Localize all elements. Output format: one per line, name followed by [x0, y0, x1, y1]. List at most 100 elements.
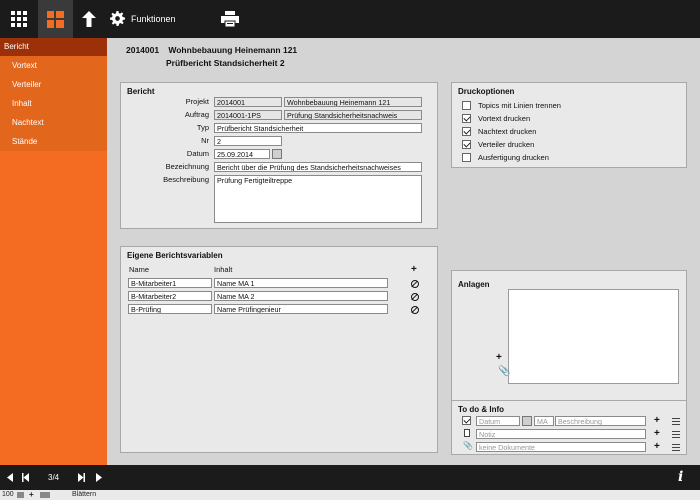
- projekt-label: Projekt: [185, 97, 209, 106]
- anlagen-title: Anlagen: [458, 280, 490, 289]
- printer-icon[interactable]: [210, 0, 250, 38]
- grid-icon[interactable]: [0, 0, 38, 38]
- sidebar-item-staende[interactable]: Stände: [0, 132, 107, 151]
- zoom-out-icon[interactable]: [17, 492, 24, 498]
- auftrag-label: Auftrag: [184, 110, 209, 119]
- anlagen-panel: Anlagen + 📎: [451, 270, 687, 420]
- datum-label: Datum: [186, 149, 209, 158]
- variable-name-field[interactable]: B-Mitarbeiter2: [128, 291, 212, 301]
- variable-name-field[interactable]: B-Mitarbeiter1: [128, 278, 212, 288]
- column-header-inhalt: Inhalt: [214, 265, 233, 274]
- list-icon[interactable]: [672, 418, 680, 425]
- functions-button[interactable]: Funktionen: [110, 0, 195, 38]
- todo-beschreibung-field[interactable]: Beschreibung: [555, 416, 646, 426]
- datum-field[interactable]: 25.09.2014: [214, 149, 270, 159]
- auftrag-number-field[interactable]: 2014001-1PS: [214, 110, 282, 120]
- sidebar: Bericht Vortext Verteiler Inhalt Nachtex…: [0, 38, 107, 465]
- typ-field[interactable]: Prüfbericht Standsicherheit: [214, 123, 422, 133]
- status-bar: 100 + Blättern: [0, 490, 700, 500]
- todo-notiz-field[interactable]: Notiz: [476, 429, 646, 439]
- bottom-nav-bar: 3/4 i: [0, 465, 700, 490]
- report-title: Prüfbericht Standsicherheit 2: [166, 58, 285, 68]
- todo-checkbox[interactable]: [462, 416, 471, 425]
- todo-ma-field[interactable]: MA: [534, 416, 554, 426]
- projekt-number-field[interactable]: 2014001: [214, 97, 282, 107]
- variable-name-field[interactable]: B-Prüfing: [128, 304, 212, 314]
- top-toolbar: Funktionen: [0, 0, 700, 38]
- option-nachtext-drucken[interactable]: Nachtext drucken: [462, 126, 536, 136]
- add-variable-icon[interactable]: +: [411, 265, 417, 275]
- previous-page-icon[interactable]: [22, 473, 29, 484]
- beschreibung-textarea[interactable]: Prüfung Fertigteiltreppe: [214, 175, 422, 223]
- todo-panel: To do & Info Datum MA Beschreibung + Not…: [451, 400, 687, 455]
- checkbox-checked[interactable]: [462, 126, 471, 136]
- layout-toggle-icon[interactable]: [40, 492, 50, 498]
- sidebar-item-nachtext[interactable]: Nachtext: [0, 113, 107, 132]
- zoom-level: 100: [2, 491, 14, 498]
- delete-icon[interactable]: [411, 306, 419, 314]
- sidebar-item-verteiler[interactable]: Verteiler: [0, 75, 107, 94]
- page-title: 2014001 Wohnbebauung Heinemann 121: [126, 45, 297, 55]
- list-icon[interactable]: [672, 444, 680, 451]
- paperclip-icon[interactable]: 📎: [498, 366, 510, 377]
- mode-label: Blättern: [72, 491, 97, 498]
- zoom-in-icon[interactable]: +: [29, 490, 34, 499]
- first-page-icon[interactable]: [7, 473, 13, 484]
- info-icon[interactable]: i: [678, 469, 683, 485]
- delete-icon[interactable]: [411, 280, 419, 288]
- anlagen-dropzone[interactable]: [508, 289, 679, 384]
- calendar-icon[interactable]: [272, 149, 282, 159]
- bezeichnung-label: Bezeichnung: [165, 162, 209, 171]
- todo-title: To do & Info: [458, 405, 505, 414]
- druckoptionen-title: Druckoptionen: [458, 87, 515, 96]
- delete-icon[interactable]: [411, 293, 419, 301]
- todo-datum-field[interactable]: Datum: [476, 416, 520, 426]
- add-todo-icon[interactable]: +: [654, 416, 660, 426]
- note-icon: [464, 429, 470, 437]
- next-page-icon[interactable]: [78, 473, 85, 484]
- bezeichnung-field[interactable]: Bericht über die Prüfung des Standsicher…: [214, 162, 422, 172]
- main-content: 2014001 Wohnbebauung Heinemann 121 Prüfb…: [107, 38, 700, 465]
- sidebar-item-vortext[interactable]: Vortext: [0, 56, 107, 75]
- add-attachment-icon[interactable]: +: [496, 353, 502, 363]
- option-verteiler-drucken[interactable]: Verteiler drucken: [462, 139, 534, 149]
- todo-dokumente-field[interactable]: keine Dokumente: [476, 442, 646, 452]
- beschreibung-label: Beschreibung: [163, 175, 209, 184]
- auftrag-name-field[interactable]: Prüfung Standsicherheitsnachweis: [284, 110, 422, 120]
- tiles-icon[interactable]: [38, 0, 73, 38]
- druckoptionen-panel: Druckoptionen Topics mit Linien trennen …: [451, 82, 687, 168]
- project-number: 2014001: [126, 45, 160, 55]
- option-vortext-drucken[interactable]: Vortext drucken: [462, 113, 530, 123]
- nr-label: Nr: [201, 136, 209, 145]
- column-header-name: Name: [129, 265, 150, 274]
- option-ausfertigung-drucken[interactable]: Ausfertigung drucken: [462, 152, 549, 162]
- nr-field[interactable]: 2: [214, 136, 282, 146]
- calendar-icon[interactable]: [522, 416, 532, 426]
- variable-content-field[interactable]: Name MA 1: [214, 278, 388, 288]
- sidebar-header-bericht[interactable]: Bericht: [0, 38, 107, 56]
- sidebar-item-inhalt[interactable]: Inhalt: [0, 94, 107, 113]
- berichtsvariablen-panel: Eigene Berichtsvariablen Name Inhalt + B…: [120, 246, 438, 453]
- add-document-icon[interactable]: +: [654, 442, 660, 452]
- page-indicator: 3/4: [48, 473, 60, 482]
- option-topics-linien[interactable]: Topics mit Linien trennen: [462, 100, 561, 110]
- functions-label: Funktionen: [131, 14, 176, 24]
- variable-content-field[interactable]: Name MA 2: [214, 291, 388, 301]
- arrow-up-icon[interactable]: [73, 0, 105, 38]
- berichtsvariablen-title: Eigene Berichtsvariablen: [127, 251, 223, 260]
- list-icon[interactable]: [672, 431, 680, 438]
- checkbox-checked[interactable]: [462, 139, 471, 149]
- variable-content-field[interactable]: Name Prüfingenieur: [214, 304, 388, 314]
- typ-label: Typ: [196, 123, 209, 132]
- project-name: Wohnbebauung Heinemann 121: [168, 45, 298, 55]
- checkbox[interactable]: [462, 100, 471, 110]
- projekt-name-field[interactable]: Wohnbebauung Heinemann 121: [284, 97, 422, 107]
- add-note-icon[interactable]: +: [654, 429, 660, 439]
- bericht-panel: Bericht Projekt 2014001 Wohnbebauung Hei…: [120, 82, 438, 229]
- checkbox-checked[interactable]: [462, 113, 471, 123]
- bericht-title: Bericht: [127, 87, 155, 96]
- checkbox[interactable]: [462, 152, 471, 162]
- last-page-icon[interactable]: [96, 473, 102, 484]
- gear-icon: [110, 10, 125, 28]
- paperclip-icon: 📎: [463, 441, 473, 450]
